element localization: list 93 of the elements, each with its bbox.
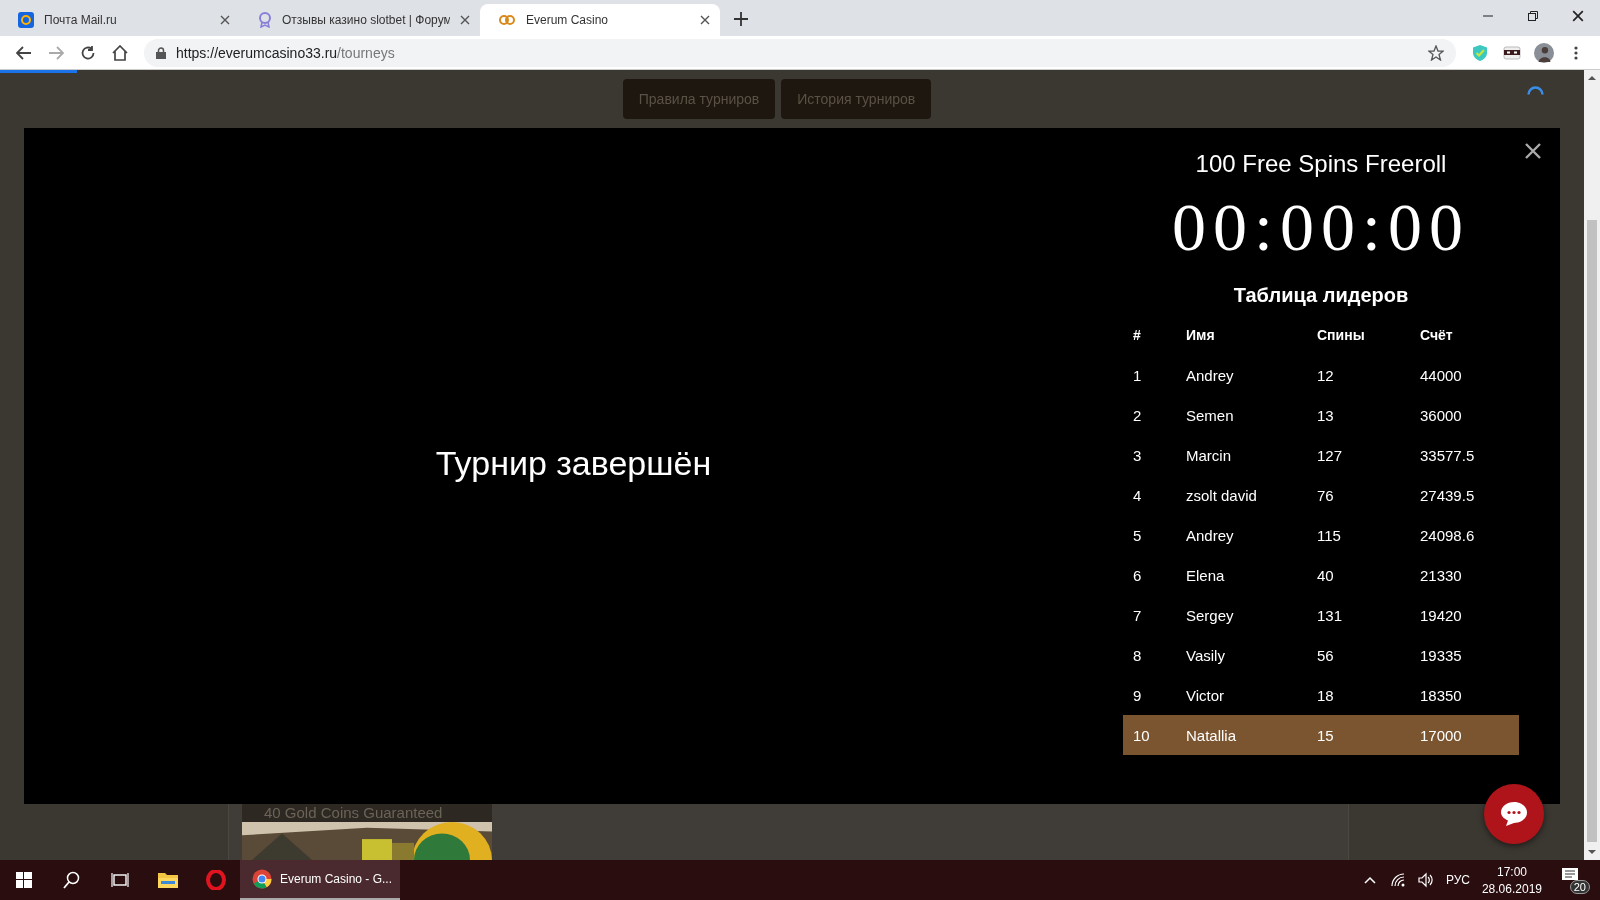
name-cell-text: Victor (1186, 686, 1226, 704)
rings-icon (498, 14, 516, 26)
address-bar[interactable]: https://everumcasino33.ru/tourneys (144, 38, 1456, 67)
name-cell-text: zsolt david (1186, 486, 1258, 504)
chrome-icon (252, 869, 272, 889)
spins-cell-text: 76 (1317, 486, 1335, 504)
rank-cell-text: 8 (1133, 646, 1143, 664)
column-header: # (1133, 327, 1142, 343)
speaker-icon[interactable] (1417, 872, 1434, 888)
forward-arrow-icon (48, 45, 64, 60)
rank-cell-text: 3 (1133, 446, 1143, 464)
close-icon (1571, 10, 1584, 22)
notification-button[interactable]: 20 (1554, 860, 1594, 900)
clock[interactable]: 17:00 28.06.2019 (1481, 864, 1542, 896)
close-icon (460, 15, 470, 25)
opera-icon (206, 870, 226, 890)
leaderboard-heading: Таблица лидеров (1233, 284, 1409, 307)
column-header: Имя (1186, 327, 1216, 343)
score-cell-text: 21330 (1420, 566, 1463, 584)
column-header: Счёт (1420, 327, 1454, 343)
rank-cell-text: 5 (1133, 526, 1143, 544)
score-cell-text: 24098.6 (1420, 526, 1476, 544)
rank-cell-text: 1 (1133, 366, 1143, 384)
spins-cell-text: 40 (1317, 566, 1335, 584)
spins-cell-text: 131 (1317, 606, 1344, 624)
rank-cell-text: 10 (1133, 726, 1151, 744)
spins-cell-text: 127 (1317, 446, 1344, 464)
at-sign-icon (18, 12, 34, 28)
name-cell-text: Vasily (1186, 646, 1226, 664)
mask-icon (1503, 45, 1521, 60)
back-arrow-icon (16, 45, 32, 60)
spins-cell-text: 115 (1317, 526, 1342, 544)
name-cell-text: Andrey (1186, 366, 1235, 384)
tournament-title: 100 Free Spins Freeroll (1195, 150, 1447, 178)
chat-button[interactable] (1484, 784, 1544, 844)
name-cell-text: Marcin (1186, 446, 1232, 464)
folder-icon (157, 871, 179, 889)
spins-cell-text: 56 (1317, 646, 1335, 664)
close-icon (220, 15, 230, 25)
score-cell-text: 18350 (1420, 686, 1463, 704)
close-icon (700, 15, 710, 25)
search-icon (63, 871, 81, 889)
score-cell-text: 44000 (1420, 366, 1463, 384)
name-cell-text: Natallia (1186, 726, 1238, 744)
score-cell-text: 36000 (1420, 406, 1463, 424)
shield-icon (1472, 43, 1488, 62)
menu-icon (1574, 45, 1578, 60)
reload-icon (80, 44, 96, 61)
name-cell-text: Andrey (1186, 526, 1235, 544)
spins-cell-text: 12 (1317, 366, 1335, 384)
rank-cell-text: 2 (1133, 406, 1143, 424)
close-icon (1524, 142, 1542, 160)
url-text: https://everumcasino33.ru/tourneys (176, 44, 395, 61)
score-cell-text: 27439.5 (1420, 486, 1476, 504)
taskbar-button[interactable]: Everum Casino - G... (240, 860, 400, 900)
browser-tab[interactable]: Everum Casino (480, 4, 720, 36)
column-header: Спины (1317, 327, 1366, 343)
score-cell-text: 33577.5 (1420, 446, 1476, 464)
wifi-icon[interactable] (1389, 872, 1406, 888)
task-view-icon (111, 872, 129, 888)
card-title: 40 Gold Coins Guaranteed (242, 804, 492, 822)
chat-bubble-icon (1500, 801, 1528, 827)
name-cell-text: Sergey (1186, 606, 1235, 624)
name-cell-text: Elena (1186, 566, 1226, 584)
score-cell-text: 17000 (1420, 726, 1463, 744)
message-icon (1562, 868, 1578, 882)
name-cell-text: Semen (1186, 406, 1235, 424)
countdown-timer: 00:00:00 (1172, 188, 1470, 267)
spins-cell-text: 15 (1317, 726, 1335, 744)
status-text: Турнир завершён (435, 443, 712, 483)
spins-cell-text: 18 (1317, 686, 1335, 704)
rank-cell-text: 9 (1133, 686, 1143, 704)
home-icon (112, 44, 128, 61)
rank-cell-text: 4 (1133, 486, 1143, 504)
scroll-thumb[interactable] (1587, 220, 1597, 842)
close-button[interactable] (1524, 142, 1542, 160)
score-cell-text: 19420 (1420, 606, 1463, 624)
plus-icon (734, 12, 748, 26)
score-cell-text: 19335 (1420, 646, 1463, 664)
star-icon[interactable] (1428, 44, 1444, 61)
restore-icon (1527, 11, 1538, 21)
lock-icon (156, 46, 166, 59)
minimize-icon (1482, 15, 1493, 17)
windows-icon (16, 872, 32, 888)
scrollbar[interactable] (1584, 70, 1600, 860)
badge-icon (258, 12, 272, 28)
browser-tab[interactable]: Почта Mail.ru (0, 4, 240, 36)
language-indicator[interactable]: РУС (1445, 873, 1470, 887)
avatar-icon (1534, 41, 1554, 64)
rank-cell-text: 6 (1133, 566, 1143, 584)
spins-cell-text: 13 (1317, 406, 1335, 424)
loading-spinner-icon (1527, 86, 1544, 95)
rank-cell-text: 7 (1133, 606, 1143, 624)
